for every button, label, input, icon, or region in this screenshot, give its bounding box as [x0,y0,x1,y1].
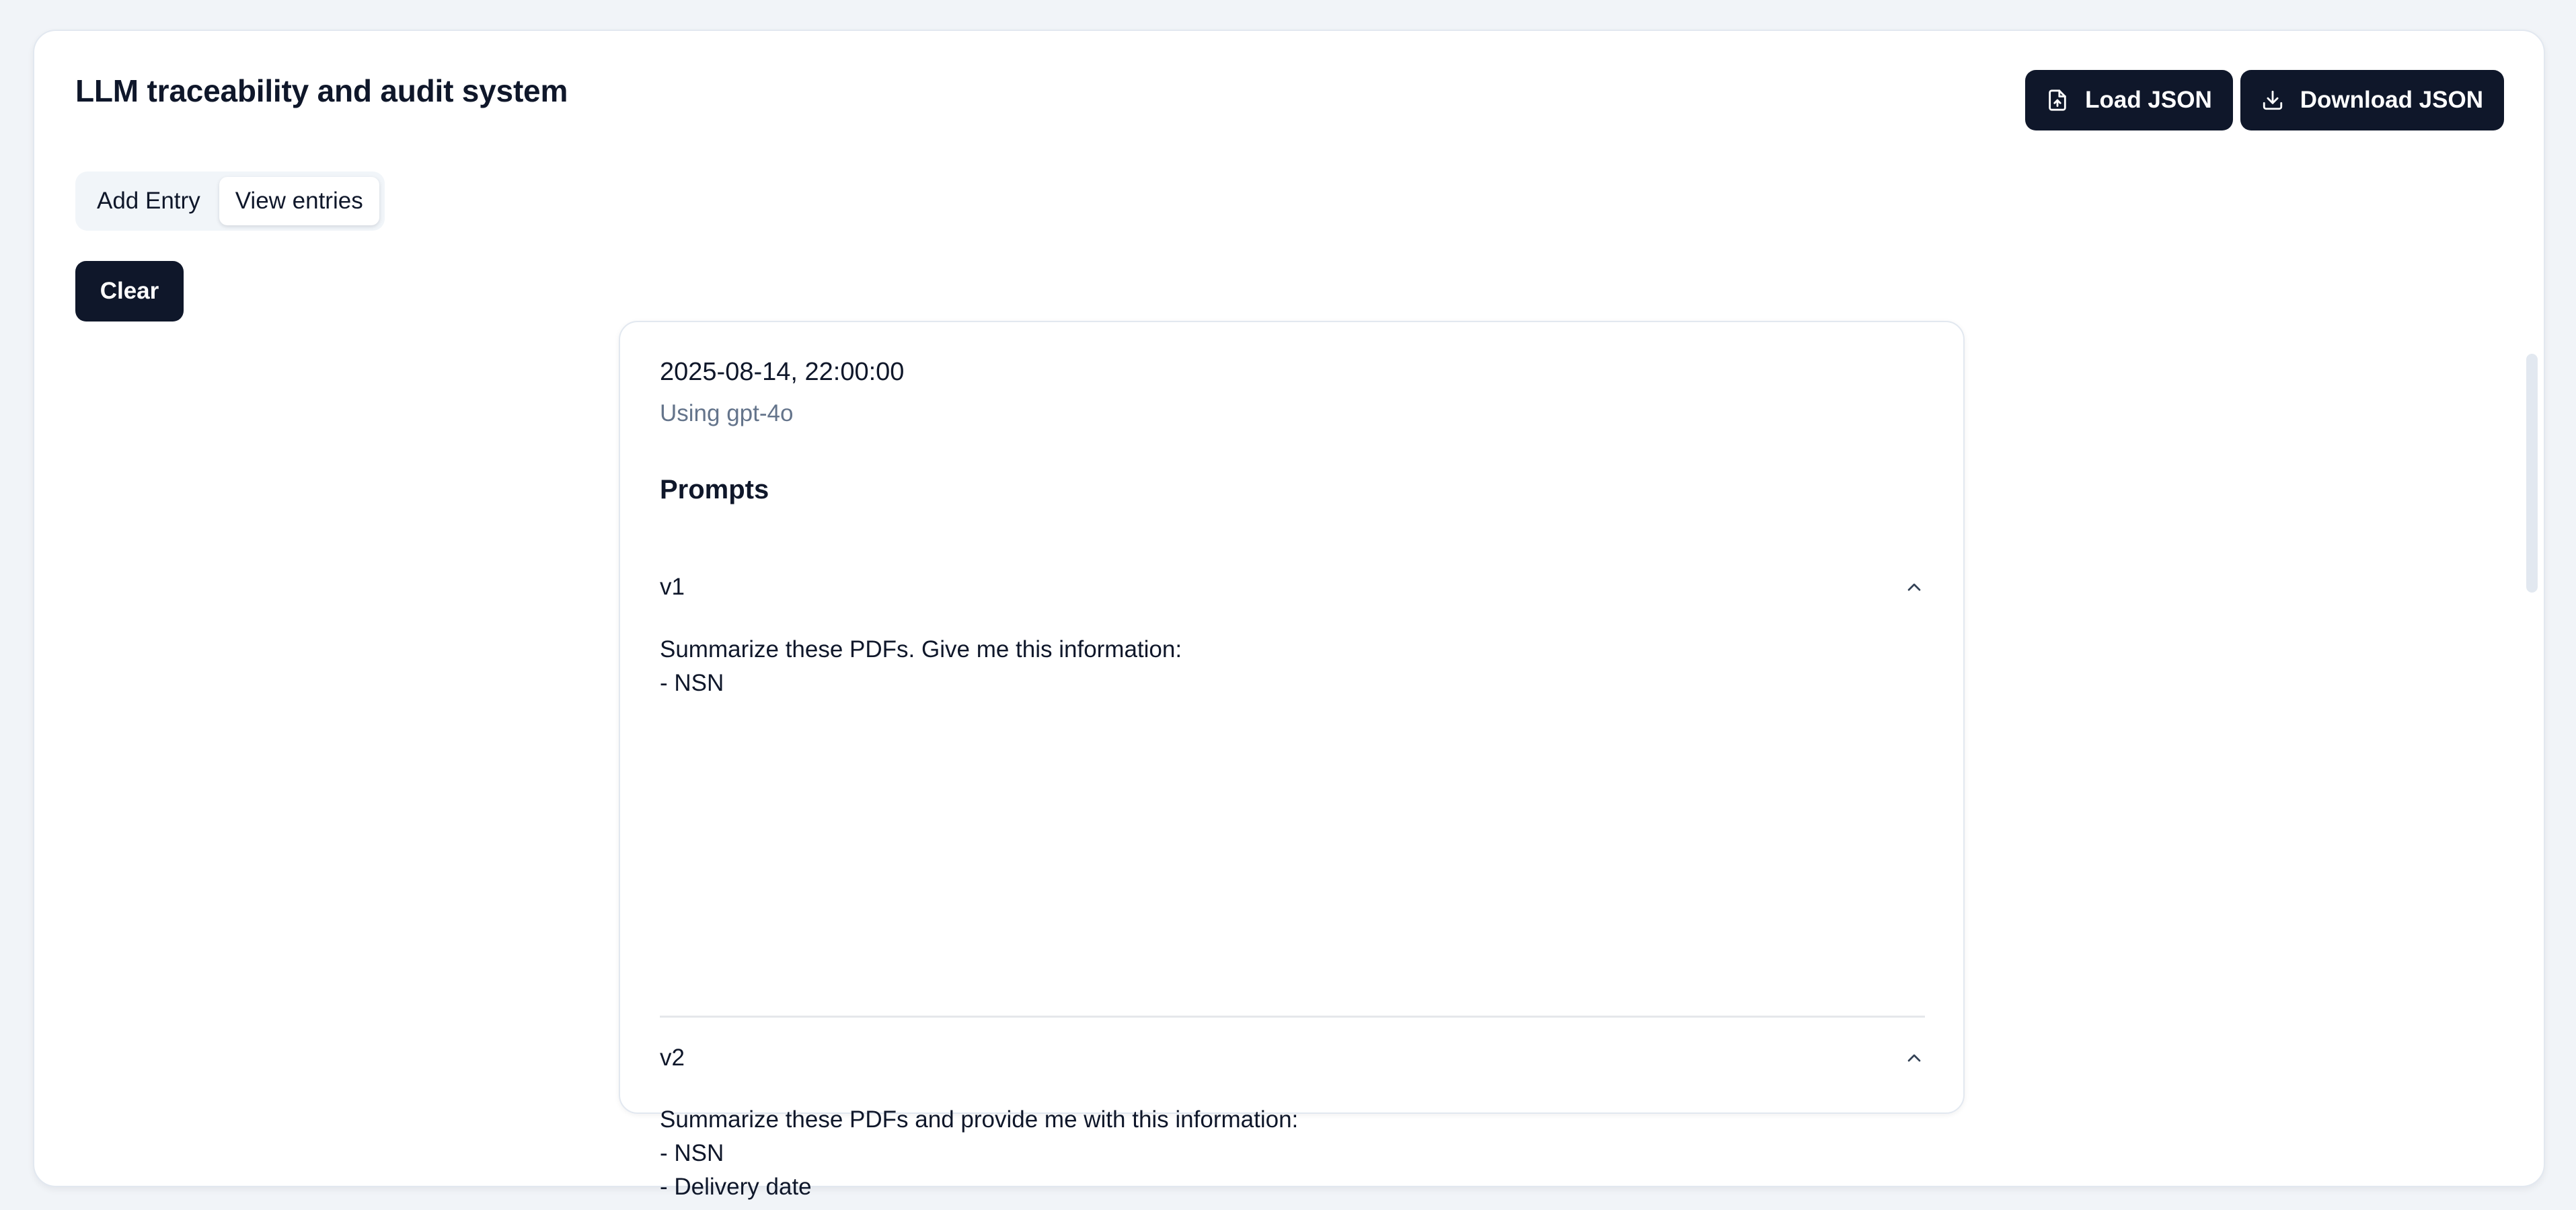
entry-model: Using gpt-4o [660,400,794,426]
app-container: LLM traceability and audit system Load J… [33,30,2545,1200]
clear-button[interactable]: Clear [75,261,184,322]
prompt-text-v2: Summarize these PDFs and provide me with… [660,1106,1299,1200]
chevron-up-icon[interactable] [1903,576,1925,598]
prompt-version-label: v1 [660,574,685,600]
load-json-button[interactable]: Load JSON [2025,70,2233,130]
header-actions: Load JSON Download JSON [2025,70,2504,130]
prompt-version-label: v2 [660,1045,685,1071]
file-upload-icon [2046,89,2069,112]
tab-view-entries[interactable]: View entries [219,177,379,225]
entry-timestamp: 2025-08-14, 22:00:00 [660,358,905,386]
download-json-label: Download JSON [2300,87,2483,113]
prompt-accordion-v2[interactable]: v2 [660,1034,1925,1082]
tab-add-entry[interactable]: Add Entry [81,177,217,225]
download-json-button[interactable]: Download JSON [2240,70,2504,130]
prompt-accordion-v1[interactable]: v1 [660,564,1925,611]
entry-card: 2025-08-14, 22:00:00 Using gpt-4o Prompt… [619,321,1965,1200]
prompt-divider [660,1016,1925,1018]
load-json-label: Load JSON [2085,87,2212,113]
download-icon [2261,89,2284,112]
page-title: LLM traceability and audit system [75,73,568,108]
chevron-up-icon[interactable] [1903,1047,1925,1069]
clear-label: Clear [100,278,159,304]
prompt-text-v1: Summarize these PDFs. Give me this infor… [660,636,1182,696]
prompts-heading: Prompts [660,475,769,504]
scrollbar-thumb[interactable] [2526,354,2538,593]
view-tabs: Add Entry View entries [75,172,385,231]
